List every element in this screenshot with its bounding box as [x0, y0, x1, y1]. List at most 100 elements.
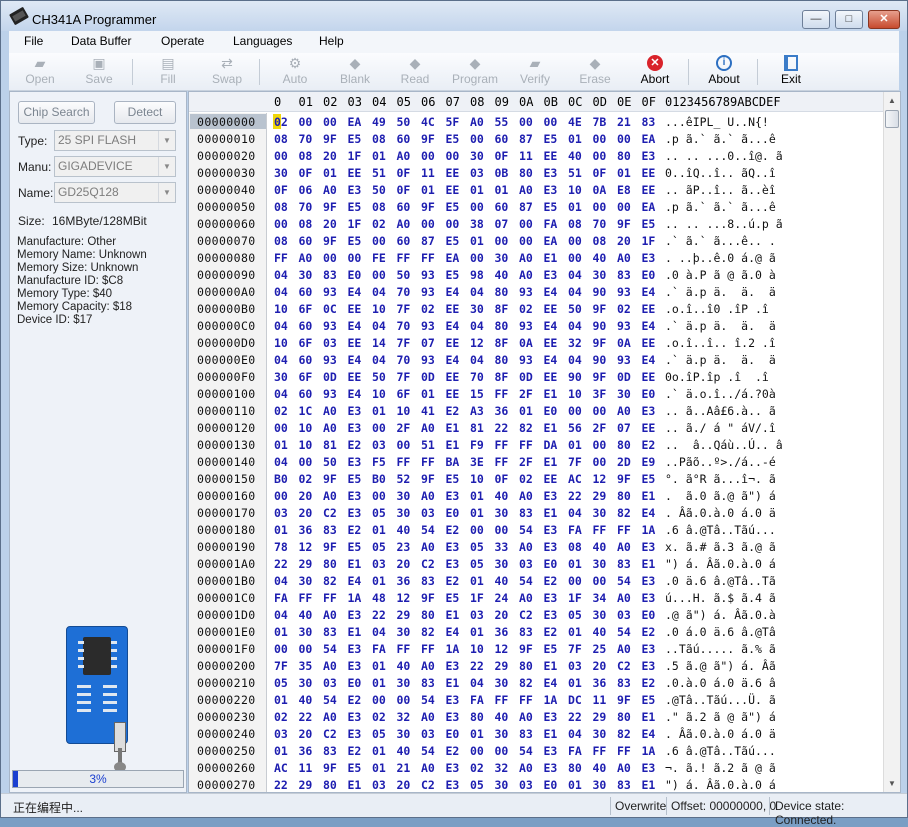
row-ascii[interactable]: . ã.0 ã.@ ã") á [665, 489, 776, 503]
hex-byte[interactable]: 14 [372, 336, 386, 350]
hex-byte[interactable]: E3 [446, 659, 460, 673]
hex-byte[interactable]: 70 [299, 132, 313, 146]
hex-byte[interactable]: 40 [593, 540, 607, 554]
hex-byte[interactable]: 93 [421, 285, 435, 299]
hex-byte[interactable]: E3 [348, 506, 362, 520]
hex-byte[interactable]: E0 [348, 676, 362, 690]
hex-byte[interactable]: E5 [642, 693, 656, 707]
hex-byte[interactable]: 93 [519, 319, 533, 333]
hex-byte[interactable]: 0A [617, 336, 631, 350]
hex-byte[interactable]: 08 [372, 132, 386, 146]
hex-byte[interactable]: E2 [642, 625, 656, 639]
hex-byte[interactable]: A0 [323, 608, 337, 622]
hex-byte[interactable]: 10 [568, 183, 582, 197]
hex-byte[interactable]: E0 [642, 268, 656, 282]
hex-byte[interactable]: 82 [519, 421, 533, 435]
hex-byte[interactable]: EE [446, 166, 460, 180]
hex-byte[interactable]: FF [495, 455, 509, 469]
hex-byte[interactable]: 30 [397, 489, 411, 503]
hex-byte[interactable]: 60 [299, 387, 313, 401]
hex-byte[interactable]: E3 [348, 183, 362, 197]
hex-byte[interactable]: FF [617, 744, 631, 758]
vertical-scrollbar[interactable]: ▲ ▼ [883, 92, 900, 792]
hex-byte[interactable]: 00 [593, 455, 607, 469]
hex-byte[interactable]: 93 [421, 268, 435, 282]
hex-byte[interactable]: 20 [495, 608, 509, 622]
minimize-button[interactable]: — [802, 10, 830, 29]
hex-byte[interactable]: 54 [519, 574, 533, 588]
hex-byte[interactable]: B0 [274, 472, 288, 486]
hex-byte[interactable]: E1 [544, 455, 558, 469]
hex-byte[interactable]: 01 [568, 778, 582, 792]
hex-byte[interactable]: E3 [544, 268, 558, 282]
hex-byte[interactable]: A3 [470, 404, 484, 418]
row-ascii[interactable]: .` ä.p ä. ä. ä [665, 285, 776, 299]
hex-byte[interactable]: EA [446, 251, 460, 265]
hex-byte[interactable]: 93 [519, 353, 533, 367]
hex-byte[interactable]: E0 [446, 506, 460, 520]
hex-byte[interactable]: A0 [617, 761, 631, 775]
hex-byte[interactable]: E3 [544, 183, 558, 197]
hex-byte[interactable]: 83 [617, 676, 631, 690]
hex-byte[interactable]: A0 [519, 540, 533, 554]
hex-byte[interactable]: E1 [446, 438, 460, 452]
hex-byte[interactable]: 1F [568, 591, 582, 605]
hex-byte[interactable]: A0 [421, 489, 435, 503]
hex-byte[interactable]: 83 [617, 557, 631, 571]
hex-byte[interactable]: E4 [642, 353, 656, 367]
hex-byte[interactable]: 55 [495, 115, 509, 129]
hex-byte[interactable]: E4 [348, 353, 362, 367]
hex-byte[interactable]: 34 [593, 591, 607, 605]
hex-byte[interactable]: 6F [299, 370, 313, 384]
hex-byte[interactable]: 03 [470, 166, 484, 180]
hex-byte[interactable]: EE [642, 370, 656, 384]
hex-byte[interactable]: E5 [544, 132, 558, 146]
hex-byte[interactable]: FF [397, 642, 411, 656]
hex-byte[interactable]: 54 [519, 523, 533, 537]
hex-byte[interactable]: 9F [593, 370, 607, 384]
hex-byte[interactable]: 9F [617, 472, 631, 486]
hex-byte[interactable]: 49 [372, 115, 386, 129]
hex-editor[interactable]: 0 01 02 03 04 05 06 07 08 09 0A 0B 0C 0D 0E 0F 012345678… [188, 91, 901, 793]
hex-byte[interactable]: 51 [372, 166, 386, 180]
hex-byte[interactable]: A0 [617, 251, 631, 265]
fill-button[interactable]: ▤ Fill [141, 55, 195, 89]
hex-byte[interactable]: 93 [323, 387, 337, 401]
hex-byte[interactable]: 83 [323, 268, 337, 282]
hex-byte[interactable]: 0F [397, 166, 411, 180]
hex-byte[interactable]: E2 [446, 574, 460, 588]
about-button[interactable]: i About [697, 55, 751, 89]
hex-byte[interactable]: 54 [323, 693, 337, 707]
hex-byte[interactable]: A0 [323, 659, 337, 673]
hex-byte[interactable]: 30 [397, 506, 411, 520]
hex-byte[interactable]: 7F [397, 302, 411, 316]
hex-byte[interactable]: 00 [617, 132, 631, 146]
hex-byte[interactable]: 7F [397, 370, 411, 384]
hex-byte[interactable]: 54 [421, 693, 435, 707]
hex-byte[interactable]: E3 [642, 149, 656, 163]
hex-byte[interactable]: A0 [519, 489, 533, 503]
hex-byte[interactable]: 07 [421, 336, 435, 350]
hex-byte[interactable]: E1 [348, 625, 362, 639]
hex-byte[interactable]: 90 [568, 370, 582, 384]
hex-byte[interactable]: 60 [299, 353, 313, 367]
hex-byte[interactable]: 81 [323, 438, 337, 452]
hex-byte[interactable]: 30 [397, 727, 411, 741]
hex-byte[interactable]: 1A [642, 523, 656, 537]
hex-byte[interactable]: 01 [568, 200, 582, 214]
hex-byte[interactable]: E1 [348, 557, 362, 571]
hex-byte[interactable]: 54 [421, 523, 435, 537]
hex-byte[interactable]: 1A [348, 591, 362, 605]
hex-byte[interactable]: EE [544, 302, 558, 316]
hex-byte[interactable]: 80 [495, 353, 509, 367]
program-button[interactable]: ◆ Program [448, 55, 502, 89]
hex-byte[interactable]: 00 [617, 200, 631, 214]
hex-byte[interactable]: 80 [617, 438, 631, 452]
hex-byte[interactable]: 01 [372, 404, 386, 418]
hex-byte[interactable]: 40 [397, 744, 411, 758]
hex-byte[interactable]: 29 [299, 557, 313, 571]
row-ascii[interactable]: .. .. ...0..î@. ã [665, 149, 783, 163]
hex-byte[interactable]: E4 [544, 676, 558, 690]
hex-byte[interactable]: FA [568, 523, 582, 537]
hex-byte[interactable]: 29 [593, 489, 607, 503]
